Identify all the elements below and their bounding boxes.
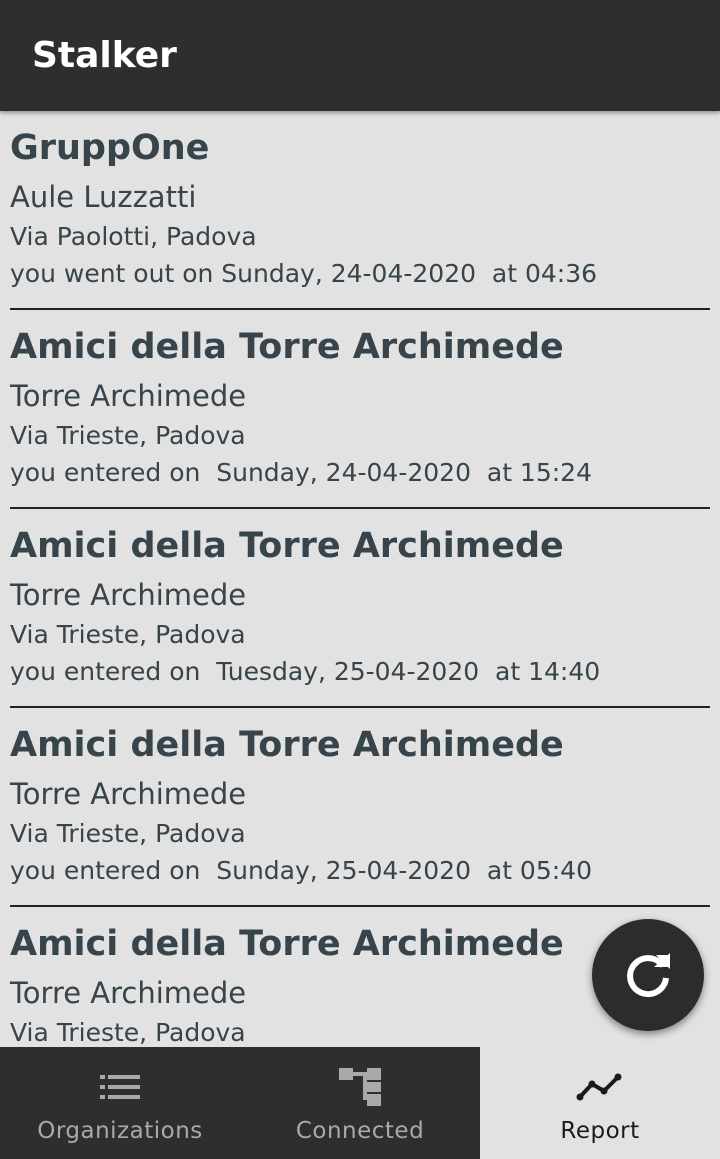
report-list[interactable]: GruppOne Aule Luzzatti Via Paolotti, Pad… [0,111,720,1047]
bottom-navigation: Organizations Connected Report [0,1047,720,1159]
event-text: you entered on Sunday, 24-04-2020 at 15:… [10,458,592,487]
address: Via Trieste, Padova [10,421,246,450]
nav-item-organizations[interactable]: Organizations [0,1047,240,1159]
organization-name: GruppOne [10,128,210,168]
organization-name: Amici della Torre Archimede [10,725,564,765]
organization-name: Amici della Torre Archimede [10,327,564,367]
organization-name: Amici della Torre Archimede [10,526,564,566]
address: Via Trieste, Padova [10,620,246,649]
list-item[interactable]: Amici della Torre Archimede Torre Archim… [10,708,710,907]
place-name: Torre Archimede [10,976,247,1010]
event-text: you went out on Sunday, 24-04-2020 at 04… [10,259,598,288]
app-bar: Stalker [0,0,720,111]
hierarchy-icon [339,1068,381,1106]
place-name: Aule Luzzatti [10,180,197,214]
address: Via Paolotti, Padova [10,222,257,251]
organization-name: Amici della Torre Archimede [10,924,564,964]
list-item[interactable]: Amici della Torre Archimede Torre Archim… [10,310,710,509]
app-title: Stalker [32,35,177,76]
nav-item-report[interactable]: Report [480,1047,720,1159]
trend-icon [576,1073,622,1101]
refresh-icon [627,953,670,998]
place-name: Torre Archimede [10,578,247,612]
event-text: you entered on Tuesday, 25-04-2020 at 14… [10,657,601,686]
nav-label-connected: Connected [295,1118,425,1144]
nav-item-connected[interactable]: Connected [240,1047,480,1159]
list-icon [100,1075,140,1099]
address: Via Trieste, Padova [10,1018,246,1047]
nav-label-report: Report [560,1118,640,1144]
address: Via Trieste, Padova [10,819,246,848]
event-text: you entered on Sunday, 25-04-2020 at 05:… [10,856,592,885]
place-name: Torre Archimede [10,379,247,413]
refresh-button[interactable] [592,919,704,1031]
list-item[interactable]: GruppOne Aule Luzzatti Via Paolotti, Pad… [10,111,710,310]
nav-label-organizations: Organizations [37,1118,203,1144]
list-item[interactable]: Amici della Torre Archimede Torre Archim… [10,509,710,708]
place-name: Torre Archimede [10,777,247,811]
